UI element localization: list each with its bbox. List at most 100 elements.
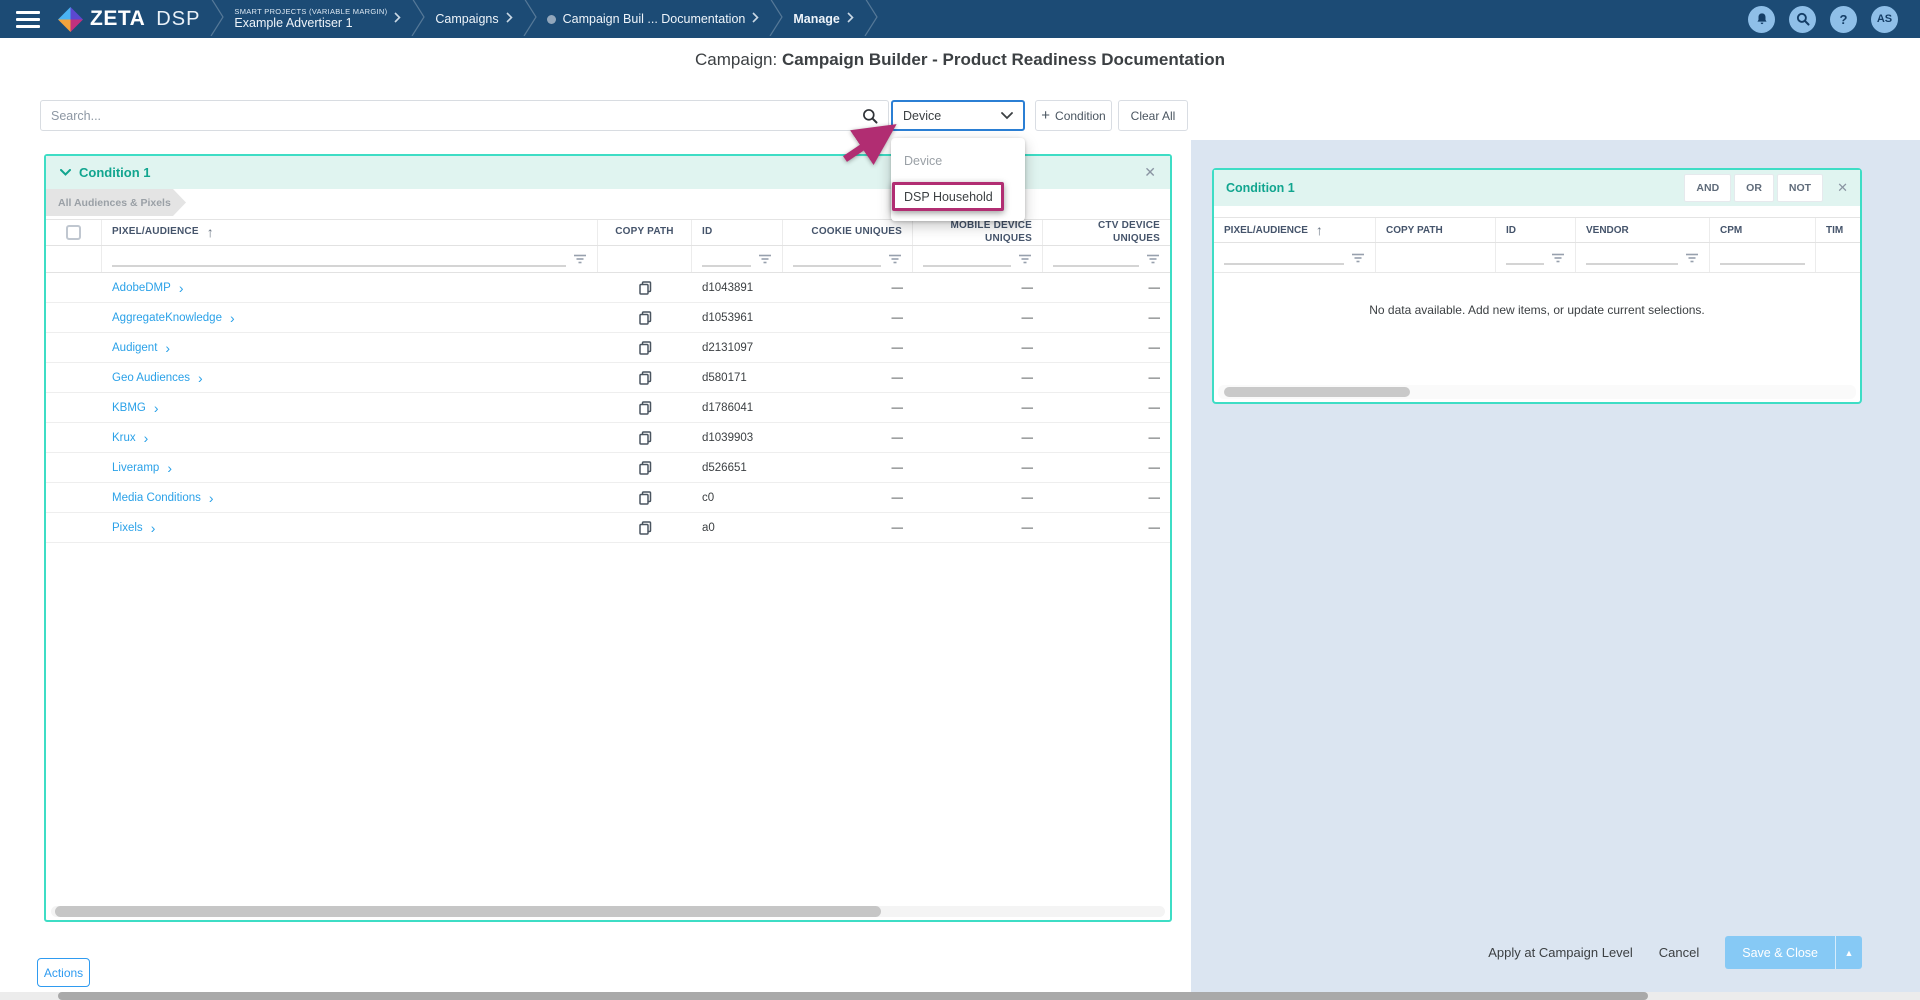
project-label: SMART PROJECTS (VARIABLE MARGIN) bbox=[234, 7, 387, 16]
select-all-checkbox[interactable] bbox=[66, 225, 81, 240]
notifications-button[interactable] bbox=[1748, 6, 1775, 33]
search-input[interactable] bbox=[51, 109, 862, 123]
zeta-dsp-logo[interactable]: ZETA DSP bbox=[58, 7, 200, 32]
row-ctv-uniques: — bbox=[1043, 483, 1170, 512]
copy-path-button[interactable] bbox=[639, 341, 652, 355]
filter-icon[interactable] bbox=[1685, 253, 1699, 263]
pixel-audience-link[interactable]: AdobeDMP bbox=[112, 282, 171, 294]
copy-path-button[interactable] bbox=[639, 461, 652, 475]
column-id[interactable]: ID bbox=[692, 220, 783, 245]
column-cpm[interactable]: CPM bbox=[1710, 218, 1816, 242]
and-button[interactable]: AND bbox=[1684, 174, 1731, 202]
apply-at-campaign-level-button[interactable]: Apply at Campaign Level bbox=[1488, 945, 1633, 960]
pixel-audience-link[interactable]: Krux bbox=[112, 432, 136, 444]
copy-path-button[interactable] bbox=[639, 311, 652, 325]
column-time[interactable]: TIM bbox=[1816, 218, 1860, 242]
dropdown-option-dsp-household[interactable]: DSP Household bbox=[892, 182, 1004, 211]
avatar[interactable]: AS bbox=[1871, 6, 1898, 33]
pixel-audience-link[interactable]: Media Conditions bbox=[112, 492, 201, 504]
copy-path-button[interactable] bbox=[639, 521, 652, 535]
row-id: c0 bbox=[692, 483, 783, 512]
pixel-audience-link[interactable]: KBMG bbox=[112, 402, 146, 414]
chevron-right-icon: › bbox=[198, 371, 203, 385]
column-mobile-device-uniques[interactable]: MOBILE DEVICE UNIQUES bbox=[913, 220, 1043, 245]
collapse-chevron-icon[interactable] bbox=[60, 169, 71, 176]
horizontal-scrollbar[interactable] bbox=[1218, 385, 1856, 399]
page-horizontal-scrollbar[interactable] bbox=[0, 992, 1920, 1000]
copy-path-button[interactable] bbox=[639, 431, 652, 445]
chevron-right-icon: › bbox=[179, 281, 184, 295]
row-mobile-uniques: — bbox=[913, 303, 1043, 332]
row-ctv-uniques: — bbox=[1043, 333, 1170, 362]
column-vendor[interactable]: VENDOR bbox=[1576, 218, 1710, 242]
actions-label: Actions bbox=[44, 966, 83, 980]
copy-path-button[interactable] bbox=[639, 491, 652, 505]
filter-input[interactable] bbox=[1720, 250, 1805, 265]
cancel-button[interactable]: Cancel bbox=[1659, 945, 1699, 960]
filter-input[interactable] bbox=[1053, 252, 1139, 267]
copy-path-button[interactable] bbox=[639, 371, 652, 385]
hamburger-menu-icon[interactable] bbox=[16, 11, 40, 28]
row-id: d1053961 bbox=[692, 303, 783, 332]
filter-input[interactable] bbox=[923, 252, 1011, 267]
copy-path-button[interactable] bbox=[639, 281, 652, 295]
column-ctv-device-uniques[interactable]: CTV DEVICE UNIQUES bbox=[1043, 220, 1170, 245]
pixel-audience-link[interactable]: Pixels bbox=[112, 522, 143, 534]
row-mobile-uniques: — bbox=[913, 333, 1043, 362]
global-search-button[interactable] bbox=[1789, 6, 1816, 33]
pixel-audience-link[interactable]: Liveramp bbox=[112, 462, 159, 474]
horizontal-scrollbar[interactable] bbox=[51, 906, 1165, 917]
scrollbar-thumb[interactable] bbox=[58, 992, 1648, 1000]
filter-input[interactable] bbox=[1506, 250, 1544, 265]
summary-filter-row bbox=[1214, 243, 1860, 273]
close-icon[interactable]: ✕ bbox=[1144, 164, 1156, 181]
row-cookie-uniques: — bbox=[783, 423, 913, 452]
pixel-audience-link[interactable]: Geo Audiences bbox=[112, 372, 190, 384]
help-button[interactable]: ? bbox=[1830, 6, 1857, 33]
filter-input[interactable] bbox=[793, 252, 881, 267]
column-pixel-audience[interactable]: PIXEL/AUDIENCE↑ bbox=[102, 220, 598, 245]
clear-all-button[interactable]: Clear All bbox=[1118, 100, 1188, 131]
filter-input[interactable] bbox=[1586, 250, 1678, 265]
breadcrumb-campaign[interactable]: Campaign Buil ... Documentation bbox=[547, 12, 760, 26]
copy-path-button[interactable] bbox=[639, 401, 652, 415]
audience-type-select[interactable]: Device bbox=[891, 100, 1025, 131]
chevron-right-icon: › bbox=[151, 521, 156, 535]
save-options-dropdown-button[interactable]: ▲ bbox=[1835, 936, 1862, 969]
not-button[interactable]: NOT bbox=[1777, 174, 1823, 202]
add-condition-button[interactable]: + Condition bbox=[1035, 100, 1112, 131]
filter-input[interactable] bbox=[1224, 250, 1344, 265]
pixel-audience-link[interactable]: Audigent bbox=[112, 342, 157, 354]
filter-icon[interactable] bbox=[758, 254, 772, 264]
or-button[interactable]: OR bbox=[1734, 174, 1774, 202]
sort-ascending-icon[interactable]: ↑ bbox=[207, 224, 214, 242]
column-cookie-uniques[interactable]: COOKIE UNIQUES bbox=[783, 220, 913, 245]
close-icon[interactable]: ✕ bbox=[1837, 180, 1848, 196]
scrollbar-thumb[interactable] bbox=[55, 906, 881, 917]
filter-input[interactable] bbox=[112, 252, 566, 267]
dropdown-option-device[interactable]: Device bbox=[891, 146, 1025, 176]
tab-all-audiences-pixels[interactable]: All Audiences & Pixels bbox=[46, 189, 186, 216]
filter-icon[interactable] bbox=[1551, 253, 1565, 263]
column-pixel-audience[interactable]: PIXEL/AUDIENCE↑ bbox=[1214, 218, 1376, 242]
table-row: KBMG› d1786041 — — — bbox=[46, 393, 1170, 423]
sort-ascending-icon[interactable]: ↑ bbox=[1316, 222, 1323, 238]
column-id[interactable]: ID bbox=[1496, 218, 1576, 242]
scrollbar-thumb[interactable] bbox=[1224, 387, 1410, 397]
save-and-close-button[interactable]: Save & Close bbox=[1725, 936, 1835, 969]
row-ctv-uniques: — bbox=[1043, 513, 1170, 542]
filter-icon[interactable] bbox=[1146, 254, 1160, 264]
filter-input[interactable] bbox=[702, 252, 751, 267]
filter-icon[interactable] bbox=[573, 254, 587, 264]
operator-group: AND OR NOT bbox=[1684, 174, 1823, 202]
actions-button[interactable]: Actions bbox=[37, 958, 90, 987]
chevron-right-icon: › bbox=[209, 491, 214, 505]
breadcrumb-advertiser[interactable]: SMART PROJECTS (VARIABLE MARGIN) Example… bbox=[234, 7, 401, 32]
filter-icon[interactable] bbox=[1351, 253, 1365, 263]
filter-icon[interactable] bbox=[1018, 254, 1032, 264]
pixel-audience-link[interactable]: AggregateKnowledge bbox=[112, 312, 222, 324]
breadcrumb-manage[interactable]: Manage bbox=[793, 12, 854, 26]
table-row: Geo Audiences› d580171 — — — bbox=[46, 363, 1170, 393]
filter-icon[interactable] bbox=[888, 254, 902, 264]
breadcrumb-campaigns[interactable]: Campaigns bbox=[435, 12, 512, 26]
